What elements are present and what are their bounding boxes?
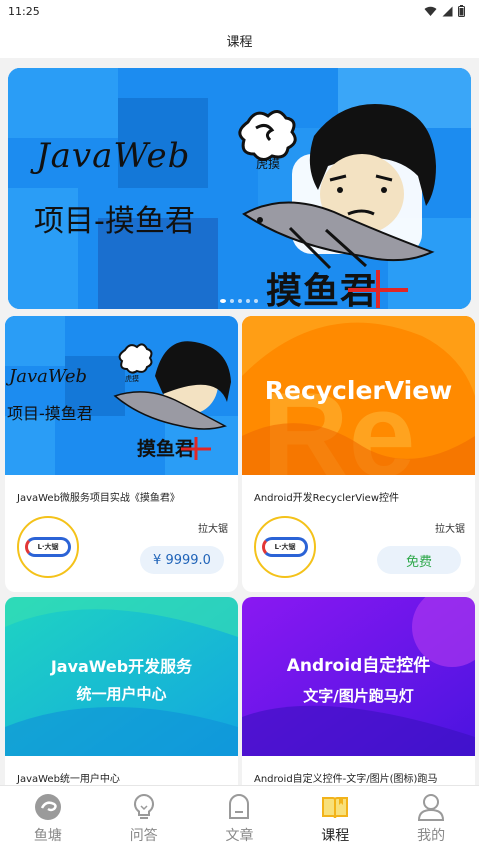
course-card[interactable]: Re RecyclerView Android开发RecyclerView控件 …: [242, 316, 475, 592]
course-list[interactable]: JavaWeb 项目-摸鱼君 虎摸 摸鱼君 JavaWeb 项目-摸鱼君 虎摸 …: [0, 58, 479, 785]
page-title-bar: 课程: [0, 22, 479, 58]
course-card[interactable]: JavaWeb开发服务 统一用户中心 JavaWeb统一用户中心: [5, 597, 238, 785]
banner-subtitle: 项目-摸鱼君: [34, 204, 195, 239]
course-title: JavaWeb微服务项目实战《摸鱼君》: [17, 493, 180, 504]
avatar-logo-text: L·大锯: [25, 537, 71, 557]
tab-profile[interactable]: 我的: [383, 786, 479, 852]
banner-title: JavaWeb: [36, 136, 191, 176]
course-cover: Re RecyclerView: [242, 316, 475, 475]
carousel-dot[interactable]: [238, 299, 242, 303]
carousel-dots: [220, 299, 258, 303]
sticker-text: 虎摸: [256, 157, 280, 171]
course-card[interactable]: Android自定控件 文字/图片跑马灯 Android自定义控件-文字/图片(…: [242, 597, 475, 785]
course-title: Android自定义控件-文字/图片(图标)跑马: [254, 774, 438, 785]
carousel-dot[interactable]: [230, 299, 234, 303]
cover-line-1: JavaWeb开发服务: [50, 657, 193, 676]
tab-label: 鱼塘: [33, 828, 62, 844]
course-title: JavaWeb统一用户中心: [17, 774, 120, 785]
signal-icon: [442, 6, 453, 16]
cover-background: [242, 597, 475, 756]
meme-illustration: 虎摸: [238, 104, 436, 270]
tab-label: 文章: [225, 828, 254, 844]
tab-courses[interactable]: 课程: [287, 786, 383, 852]
cover-title: JavaWeb: [9, 366, 88, 387]
user-icon: [418, 794, 445, 821]
document-icon: [229, 794, 250, 819]
price-badge: ¥ 9999.0: [140, 546, 224, 574]
cover-title: RecyclerView: [264, 376, 453, 405]
course-cover: JavaWeb开发服务 统一用户中心: [5, 597, 238, 756]
course-author: 拉大锯: [435, 524, 465, 535]
carousel-dot[interactable]: [220, 299, 226, 303]
course-card[interactable]: JavaWeb 项目-摸鱼君 虎摸 摸鱼君 JavaWeb微服务项目实战《摸鱼君…: [5, 316, 238, 592]
carousel-dot[interactable]: [246, 299, 250, 303]
course-cover: Android自定控件 文字/图片跑马灯: [242, 597, 475, 756]
course-title: Android开发RecyclerView控件: [254, 493, 399, 504]
course-author: 拉大锯: [198, 524, 228, 535]
cover-line-2: 统一用户中心: [76, 685, 167, 703]
status-icons: [424, 5, 465, 17]
course-cover: JavaWeb 项目-摸鱼君 虎摸 摸鱼君: [5, 316, 238, 475]
author-avatar: L·大锯: [254, 516, 316, 578]
banner-carousel[interactable]: JavaWeb 项目-摸鱼君 虎摸 摸鱼君: [8, 68, 471, 309]
fish-pond-icon: [34, 794, 61, 820]
page-title: 课程: [226, 34, 253, 50]
status-bar: 11:25: [0, 0, 479, 22]
tab-fish-pond[interactable]: 鱼塘: [0, 786, 96, 852]
avatar-logo-text: L·大锯: [262, 537, 308, 557]
lightbulb-icon: [133, 793, 154, 819]
cover-subtitle: 项目-摸鱼君: [7, 404, 93, 423]
battery-icon: [458, 5, 465, 17]
tab-label: 我的: [417, 828, 446, 844]
wifi-icon: [424, 6, 437, 16]
stamp-cross-mark: [348, 270, 408, 308]
stamp-cross-mark: [181, 437, 211, 460]
status-time: 11:25: [8, 4, 40, 18]
bottom-tab-bar: 鱼塘 问答 文章 课程 我的: [0, 785, 479, 852]
book-icon: [322, 797, 349, 819]
cover-line-1: Android自定控件: [286, 656, 431, 676]
carousel-dot[interactable]: [254, 299, 258, 303]
author-avatar: L·大锯: [17, 516, 79, 578]
tab-articles[interactable]: 文章: [192, 786, 288, 852]
cover-sticker-text: 虎摸: [125, 375, 139, 383]
price-badge: 免费: [377, 546, 461, 574]
cover-line-2: 文字/图片跑马灯: [303, 687, 414, 705]
tab-label: 问答: [129, 828, 158, 844]
tab-label: 课程: [321, 828, 350, 844]
tab-qa[interactable]: 问答: [96, 786, 192, 852]
